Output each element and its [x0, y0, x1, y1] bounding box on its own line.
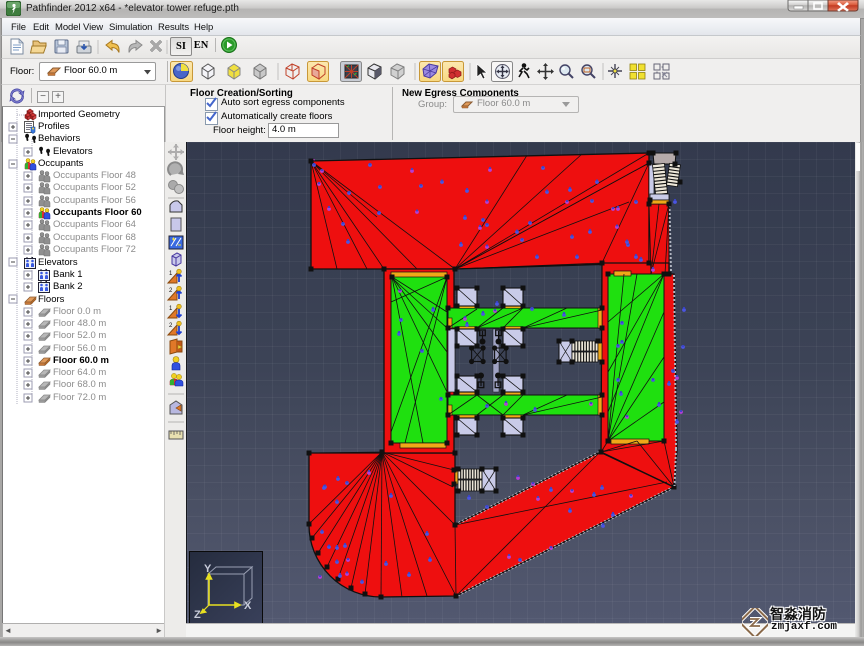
- svg-text:1: 1: [169, 306, 173, 312]
- svg-text:2: 2: [169, 288, 173, 294]
- svg-text:Y: Y: [204, 563, 212, 575]
- svg-text:1: 1: [169, 271, 173, 277]
- svg-text:Z: Z: [194, 609, 201, 621]
- svg-text:2: 2: [169, 323, 173, 329]
- svg-text:X: X: [244, 600, 252, 612]
